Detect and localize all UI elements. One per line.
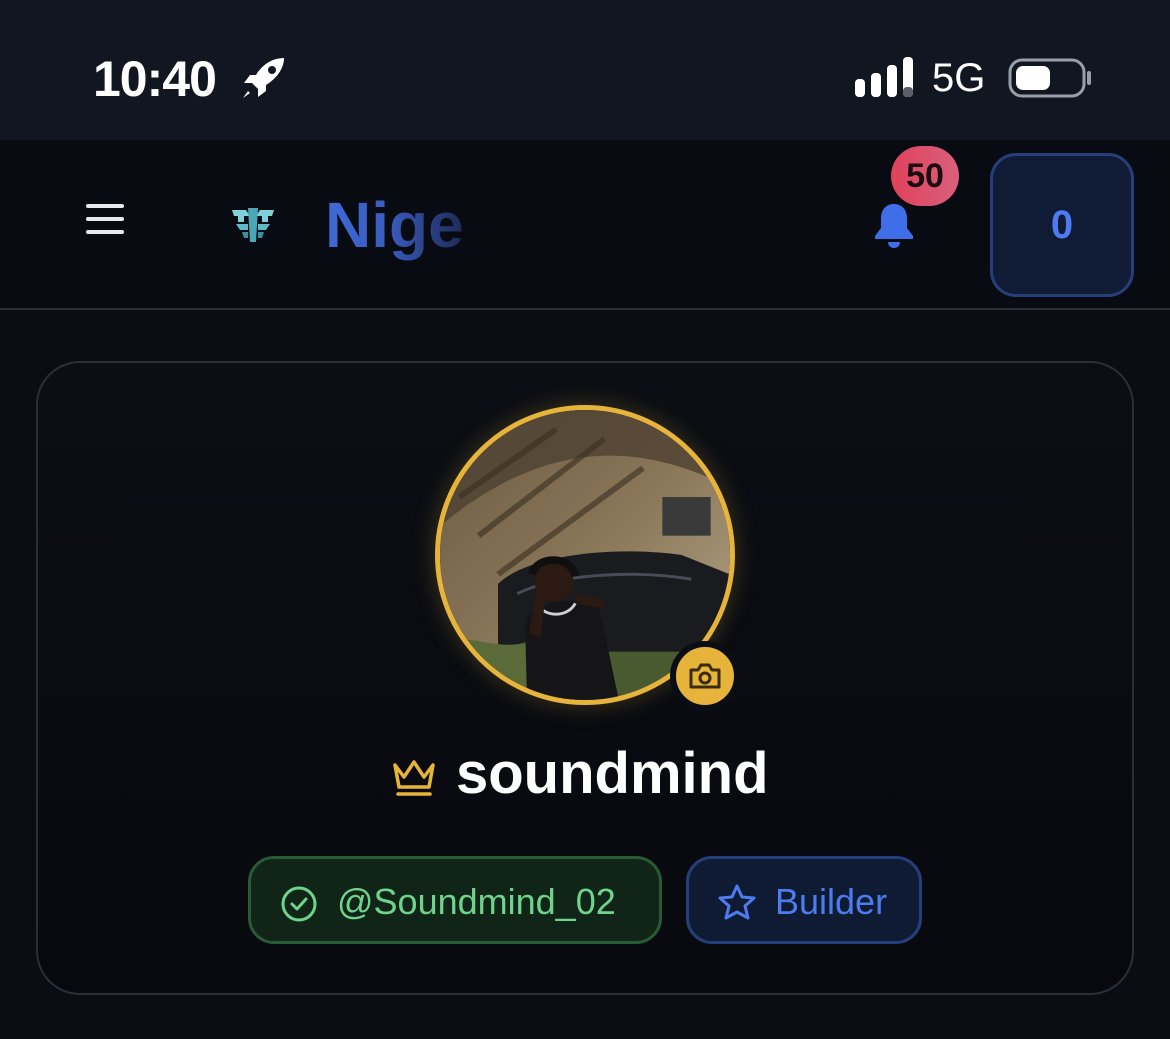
camera-glyph [689, 663, 721, 689]
hamburger-menu-icon[interactable] [86, 204, 130, 244]
bell-icon[interactable] [866, 198, 922, 254]
app-header: Nige 50 0 [0, 140, 1170, 310]
camera-icon[interactable] [670, 641, 740, 711]
status-bar: 10:40 5G [0, 0, 1170, 140]
check-circle-icon [281, 886, 317, 922]
network-type: 5G [932, 56, 986, 100]
status-time: 10:40 [93, 51, 217, 107]
notification-count-badge[interactable]: 50 [891, 146, 959, 206]
role-chip[interactable]: Builder [686, 856, 922, 944]
brand-name[interactable]: Nige [325, 188, 464, 262]
role-text: Builder [775, 881, 888, 922]
username: soundmind [456, 741, 769, 806]
brand-logo-icon[interactable] [226, 202, 280, 246]
crown-icon [393, 760, 435, 796]
signal-bars-icon [855, 57, 913, 97]
score-button[interactable]: 0 [990, 153, 1134, 297]
rocket-icon [243, 58, 284, 98]
handle-chip[interactable]: @Soundmind_02 [248, 856, 662, 944]
star-icon [718, 884, 756, 920]
battery-icon [1008, 58, 1091, 98]
handle-text: @Soundmind_02 [337, 881, 616, 922]
